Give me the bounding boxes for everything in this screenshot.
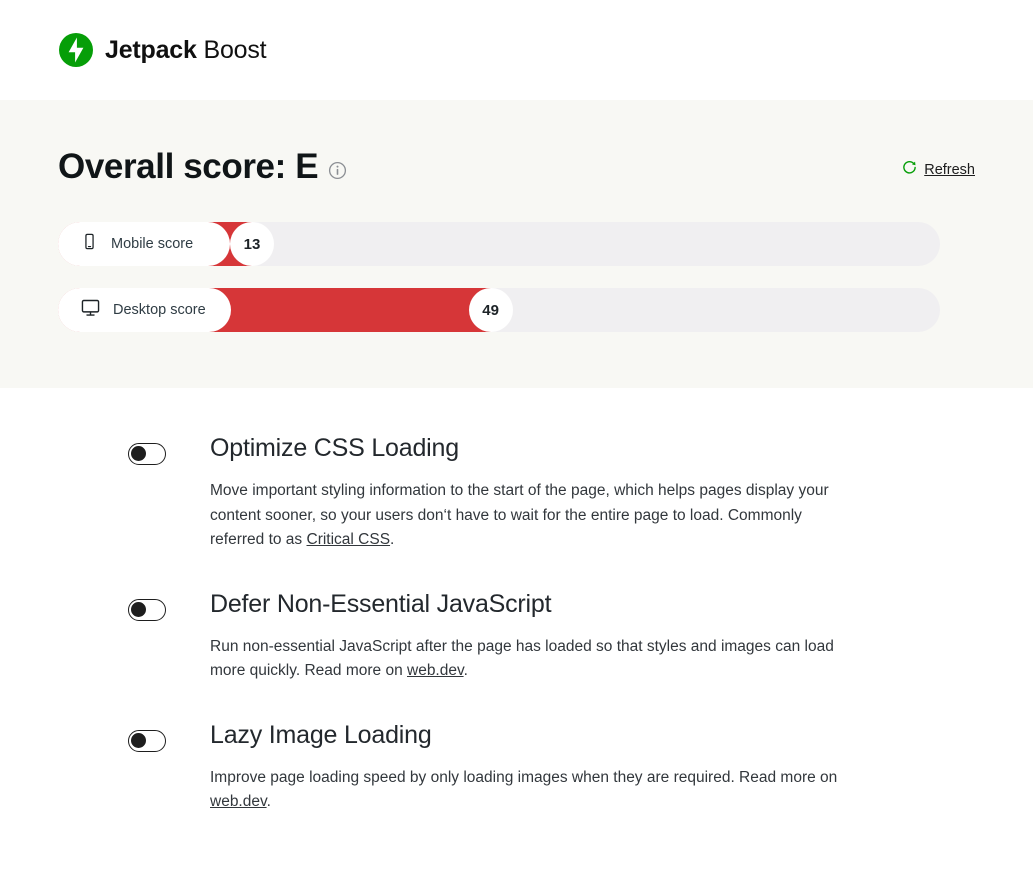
toggle-knob bbox=[131, 732, 146, 748]
score-label-text-mobile: Mobile score bbox=[111, 236, 194, 252]
toggle-knob bbox=[131, 446, 146, 461]
score-value-mobile: 13 bbox=[230, 222, 274, 266]
refresh-icon bbox=[902, 160, 917, 180]
brand: Jetpack Boost bbox=[58, 32, 267, 68]
module-title: Optimize CSS Loading bbox=[210, 434, 459, 462]
refresh-icon-svg bbox=[903, 160, 917, 174]
score-value-desktop: 49 bbox=[468, 288, 513, 332]
modules-list: Optimize CSS Loading Move important styl… bbox=[0, 388, 1033, 815]
module-body: Lazy Image Loading Improve page loading … bbox=[210, 721, 860, 815]
info-icon[interactable] bbox=[328, 149, 347, 189]
brand-title-light: Boost bbox=[196, 35, 267, 64]
score-header: Overall score: E Refresh bbox=[0, 145, 1033, 189]
refresh-label: Refresh bbox=[924, 162, 975, 178]
desktop-monitor-icon-svg bbox=[81, 299, 100, 316]
toggle-lazy-image-loading[interactable] bbox=[128, 729, 166, 752]
score-bar-mobile: Mobile score 13 bbox=[58, 222, 975, 266]
page-title: Overall score: E bbox=[58, 145, 347, 189]
score-label-pill-mobile: Mobile score bbox=[58, 222, 230, 266]
jetpack-logo-svg bbox=[59, 33, 93, 67]
refresh-button[interactable]: Refresh bbox=[902, 160, 975, 180]
module-description-text: Move important styling information to th… bbox=[210, 482, 829, 548]
jetpack-logo-icon bbox=[58, 32, 94, 68]
score-label-text-desktop: Desktop score bbox=[113, 302, 206, 318]
module-description-text: Improve page loading speed by only loadi… bbox=[210, 768, 838, 786]
module-description: Run non-essential JavaScript after the p… bbox=[210, 635, 860, 684]
module-body: Defer Non-Essential JavaScript Run non-e… bbox=[210, 590, 860, 684]
module-title: Defer Non-Essential JavaScript bbox=[210, 589, 552, 618]
module-lazy-image-loading: Lazy Image Loading Improve page loading … bbox=[0, 721, 1033, 815]
module-description-suffix: . bbox=[390, 531, 395, 548]
module-description: Improve page loading speed by only loadi… bbox=[210, 766, 860, 815]
info-icon-svg bbox=[329, 161, 347, 180]
web-dev-link[interactable]: web.dev bbox=[210, 793, 267, 810]
critical-css-link[interactable]: Critical CSS bbox=[307, 531, 391, 548]
score-label-pill-desktop: Desktop score bbox=[58, 288, 231, 332]
app-header: Jetpack Boost bbox=[0, 0, 1033, 100]
toggle-knob bbox=[131, 601, 146, 617]
mobile-phone-icon bbox=[80, 232, 99, 256]
module-body: Optimize CSS Loading Move important styl… bbox=[210, 434, 860, 553]
score-bar-desktop: Desktop score 49 bbox=[58, 288, 975, 332]
desktop-monitor-icon bbox=[80, 297, 101, 323]
module-description-suffix: . bbox=[266, 793, 271, 810]
overall-score-text: Overall score: E bbox=[58, 147, 319, 186]
module-title: Lazy Image Loading bbox=[210, 720, 432, 749]
score-bars: Mobile score 13 Desktop score 49 bbox=[0, 222, 1033, 332]
brand-title: Jetpack Boost bbox=[105, 35, 267, 65]
module-defer-non-essential-javascript: Defer Non-Essential JavaScript Run non-e… bbox=[0, 590, 1033, 684]
mobile-phone-icon-svg bbox=[85, 233, 94, 250]
module-optimize-css-loading: Optimize CSS Loading Move important styl… bbox=[0, 434, 1033, 553]
toggle-optimize-css-loading[interactable] bbox=[128, 443, 166, 465]
module-description: Move important styling information to th… bbox=[210, 479, 860, 553]
brand-title-bold: Jetpack bbox=[105, 35, 197, 64]
module-description-suffix: . bbox=[463, 662, 468, 679]
score-panel: Overall score: E Refresh Mobile score 13… bbox=[0, 100, 1033, 388]
module-description-text: Run non-essential JavaScript after the p… bbox=[210, 637, 834, 680]
toggle-defer-non-essential-javascript[interactable] bbox=[128, 598, 166, 621]
web-dev-link[interactable]: web.dev bbox=[407, 662, 464, 679]
